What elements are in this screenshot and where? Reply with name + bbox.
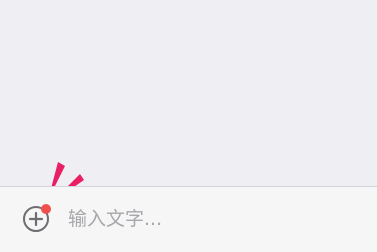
input-bar <box>0 186 377 252</box>
message-list[interactable] <box>0 0 377 186</box>
message-input[interactable] <box>68 204 358 234</box>
add-button[interactable] <box>21 204 51 234</box>
red-dot-badge <box>41 204 51 214</box>
chat-screen <box>0 0 377 252</box>
